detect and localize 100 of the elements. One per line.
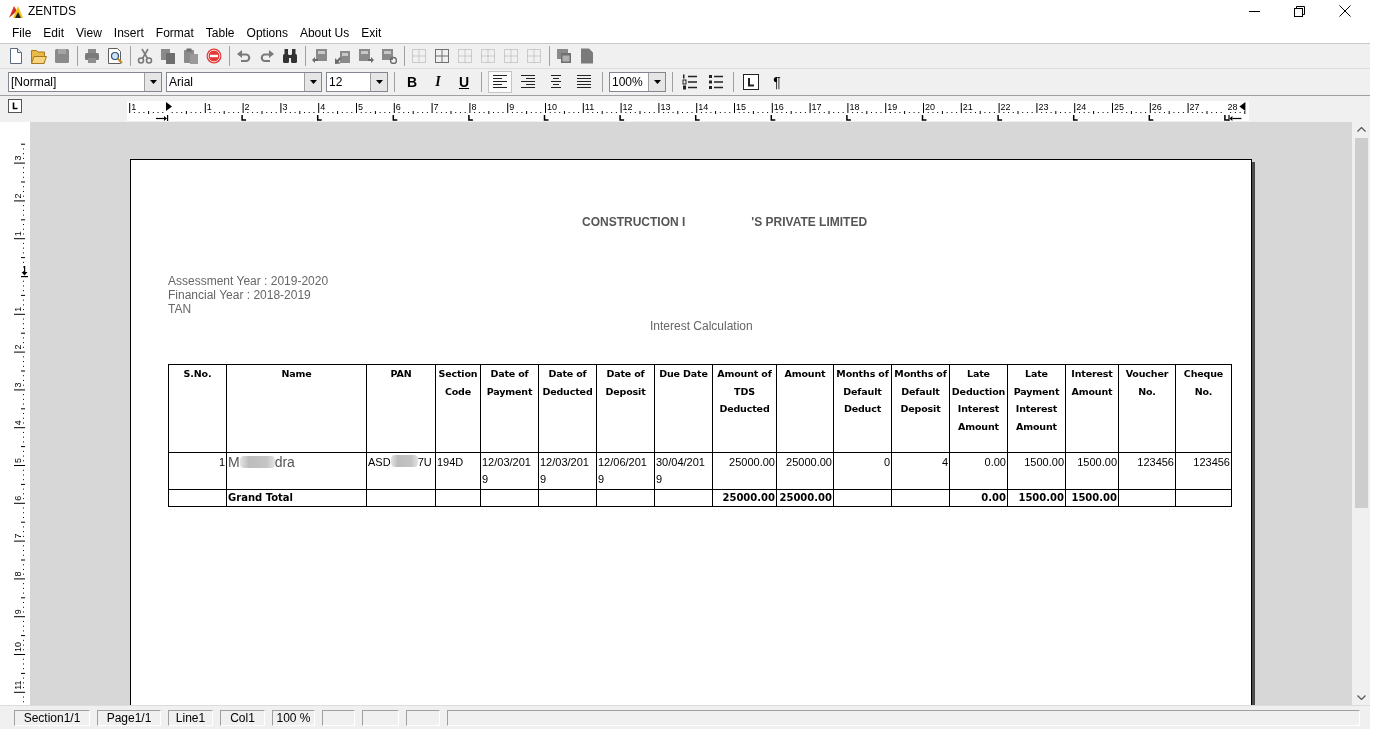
caret-icon — [375, 80, 383, 84]
table-cell: Grand Total — [226, 489, 367, 507]
app-logo-icon — [9, 4, 23, 18]
column-header: Date of Deducted — [538, 364, 597, 453]
scrollbar-thumb[interactable] — [1354, 138, 1368, 508]
dotted-grid-icon[interactable] — [503, 48, 519, 64]
ruler-number: 23 — [1038, 102, 1049, 112]
dotted-grid-icon[interactable] — [457, 48, 473, 64]
redacted-blur — [239, 456, 275, 468]
ruler-number: 6 — [395, 102, 401, 112]
table-cell: 1 — [168, 452, 227, 490]
undo-arrow-icon[interactable] — [236, 48, 252, 64]
tab-stop-icon[interactable] — [468, 114, 474, 121]
menu-item[interactable]: Options — [240, 24, 294, 41]
grid-icon[interactable] — [434, 48, 450, 64]
dotted-grid-icon[interactable] — [526, 48, 542, 64]
scroll-down-icon[interactable] — [1356, 695, 1366, 700]
zoom-dropdown[interactable]: 100% — [609, 72, 666, 92]
table-cell: 30/04/2019 — [654, 452, 713, 490]
table-cell — [168, 489, 227, 507]
table-arrow-icon[interactable] — [335, 48, 351, 64]
clipboard-icon[interactable] — [183, 48, 199, 64]
menu-item[interactable]: About Us — [293, 24, 356, 41]
overlapping-windows-icon[interactable] — [556, 48, 572, 64]
status-panel — [322, 709, 355, 726]
tab-stop-icon[interactable] — [241, 114, 247, 121]
align-button[interactable] — [488, 71, 512, 93]
align-center-icon — [548, 74, 564, 90]
redo-arrow-icon[interactable] — [259, 48, 275, 64]
status-panel — [362, 709, 399, 726]
no-entry-icon[interactable] — [206, 48, 222, 64]
ruler-number: 18 — [849, 102, 860, 112]
page-magnifier-icon[interactable] — [107, 48, 123, 64]
dotted-grid-icon[interactable] — [480, 48, 496, 64]
ruler-number: 8 — [471, 102, 477, 112]
vertical-scrollbar[interactable] — [1352, 122, 1370, 705]
tab-stop-icon[interactable] — [543, 114, 550, 121]
info-line: TAN — [168, 302, 192, 316]
font-dropdown[interactable]: Arial — [166, 72, 322, 92]
indent-marker-icon[interactable] — [166, 102, 172, 111]
ruler-number: 13 — [660, 102, 671, 112]
column-header: Section Code — [435, 364, 481, 453]
printer-icon[interactable] — [84, 48, 100, 64]
binoculars-icon[interactable] — [282, 48, 298, 64]
tab-stop-icon[interactable] — [1224, 114, 1230, 121]
table-arrow-icon[interactable] — [312, 48, 328, 64]
page-icon[interactable] — [579, 48, 595, 64]
column-header: Months of Default Deduct — [833, 364, 892, 453]
tab-stop-icon[interactable] — [1148, 114, 1155, 121]
menu-item[interactable]: Edit — [37, 24, 71, 41]
tab-stop-icon[interactable] — [997, 114, 1003, 121]
two-pages-icon[interactable] — [160, 48, 176, 64]
cell-text: M — [228, 454, 240, 470]
indent-marker-icon[interactable] — [1239, 102, 1246, 111]
tab-stop-icon[interactable] — [770, 114, 777, 121]
scroll-up-icon[interactable] — [1356, 127, 1366, 132]
indent-marker-icon[interactable] — [155, 115, 169, 121]
restore-icon[interactable] — [1294, 5, 1305, 17]
table-cell — [1175, 489, 1232, 507]
font-size-dropdown[interactable]: 12 — [326, 72, 388, 92]
minimize-icon[interactable] — [1249, 10, 1260, 12]
menu-item[interactable]: Format — [149, 24, 200, 41]
menu-item[interactable]: View — [70, 24, 108, 41]
folder-icon[interactable] — [31, 48, 47, 64]
tab-stop-icon[interactable] — [316, 114, 323, 121]
menu-item[interactable]: Insert — [107, 24, 150, 41]
column-header: S.No. — [168, 364, 227, 453]
column-header: Amount — [776, 364, 834, 453]
tab-stop-icon[interactable] — [8, 99, 22, 113]
indent-marker-icon[interactable] — [1228, 115, 1242, 121]
tab-stop-icon[interactable] — [694, 114, 701, 121]
dotted-grid-icon[interactable] — [411, 48, 427, 64]
pilcrow-button[interactable]: ¶ — [766, 71, 788, 93]
tab-stop-icon[interactable] — [619, 114, 625, 121]
menu-item[interactable]: Exit — [355, 24, 388, 41]
new-document-icon[interactable] — [8, 48, 24, 64]
table-cell — [480, 489, 539, 507]
table-cell — [654, 489, 713, 507]
tab-button[interactable] — [740, 71, 762, 93]
company-name: CONSTRUCTION I — [582, 215, 686, 229]
indent-marker-icon[interactable] — [21, 266, 28, 278]
tab-stop-icon[interactable] — [392, 114, 399, 121]
tab-stop-icon[interactable] — [1072, 114, 1079, 121]
table-arrow-icon[interactable] — [358, 48, 374, 64]
info-line: Financial Year : 2018-2019 — [168, 288, 311, 302]
underline-button[interactable]: U — [453, 71, 475, 93]
table-cell: 1500.00 — [1065, 489, 1119, 507]
menu-item[interactable]: File — [6, 24, 38, 41]
ruler-number: 14 — [698, 102, 709, 112]
style-dropdown[interactable]: [Normal] — [8, 72, 162, 92]
table-arrow-icon[interactable] — [381, 48, 397, 64]
menu-item[interactable]: Table — [199, 24, 241, 41]
close-icon[interactable] — [1339, 5, 1351, 17]
scissors-icon[interactable] — [137, 48, 153, 64]
italic-button[interactable]: I — [427, 71, 449, 93]
ruler-number: 10 — [547, 102, 557, 112]
tab-stop-icon[interactable] — [921, 114, 928, 121]
bold-button[interactable]: B — [401, 71, 423, 93]
table-cell: 25000.00 — [776, 452, 834, 490]
tab-stop-icon[interactable] — [846, 114, 852, 121]
